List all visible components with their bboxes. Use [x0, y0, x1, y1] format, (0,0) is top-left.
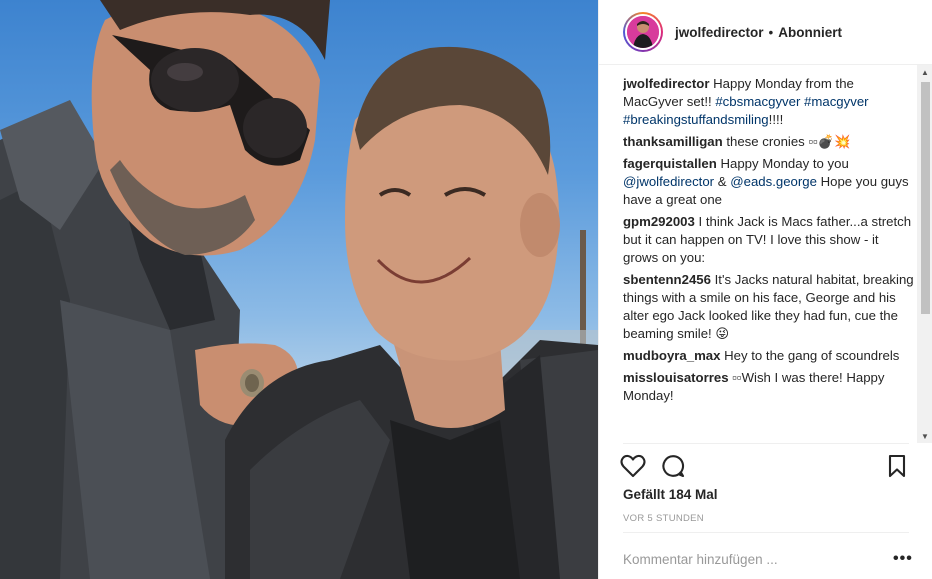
- list-item: thanksamilligan these cronies ▫▫💣💥: [623, 133, 915, 151]
- comment-text: Happy Monday to you: [720, 156, 849, 171]
- scroll-down-arrow-icon[interactable]: ▼: [917, 429, 932, 443]
- list-item: gpm292003 I think Jack is Macs father...…: [623, 213, 915, 267]
- list-item: fagerquistallen Happy Monday to you @jwo…: [623, 155, 915, 209]
- likes-count[interactable]: Gefällt 184 Mal: [623, 487, 718, 502]
- post-photo: [0, 0, 598, 579]
- comment-text-tail: !!!!: [768, 112, 784, 127]
- list-item: mudboyra_max Hey to the gang of scoundre…: [623, 347, 915, 365]
- like-button[interactable]: [619, 452, 647, 480]
- mention-link[interactable]: @eads.george: [730, 174, 817, 189]
- add-comment-input[interactable]: Kommentar hinzufügen ...: [623, 552, 778, 567]
- comment-username[interactable]: sbentenn2456: [623, 272, 711, 287]
- header-separator: •: [768, 24, 774, 40]
- divider: [623, 443, 909, 444]
- comment-button[interactable]: [659, 452, 687, 480]
- post-timestamp: VOR 5 STUNDEN: [623, 513, 704, 524]
- comment-text: these cronies ▫▫💣💥: [726, 134, 851, 149]
- comment-text-amp: &: [717, 174, 727, 189]
- comment-text: Hey to the gang of scoundrels: [724, 348, 900, 363]
- bookmark-icon: [888, 454, 906, 478]
- comment-username[interactable]: mudboyra_max: [623, 348, 720, 363]
- avatar[interactable]: [625, 14, 661, 50]
- scroll-up-arrow-icon[interactable]: ▲: [917, 65, 932, 79]
- action-bar: [617, 452, 917, 482]
- mention-link[interactable]: @jwolfedirector: [623, 174, 714, 189]
- header-text: jwolfedirector • Abonniert: [675, 25, 842, 40]
- divider: [623, 532, 909, 533]
- comment-username[interactable]: thanksamilligan: [623, 134, 723, 149]
- follow-status-button[interactable]: Abonniert: [778, 25, 842, 40]
- heart-icon: [620, 454, 646, 478]
- post-header: jwolfedirector • Abonniert: [599, 0, 932, 65]
- post-sidebar: jwolfedirector • Abonniert jwolfedirecto…: [598, 0, 932, 579]
- more-options-icon[interactable]: •••: [893, 551, 913, 567]
- list-item: sbentenn2456 It's Jacks natural habitat,…: [623, 271, 915, 343]
- avatar-ring[interactable]: [623, 12, 663, 52]
- comment-username[interactable]: gpm292003: [623, 214, 695, 229]
- scrollbar-thumb[interactable]: [921, 82, 930, 314]
- hashtag-link[interactable]: #cbsmacgyver: [715, 94, 800, 109]
- hashtag-link[interactable]: #macgyver: [804, 94, 869, 109]
- comment-username[interactable]: misslouisatorres: [623, 370, 729, 385]
- list-item: misslouisatorres ▫▫Wish I was there! Hap…: [623, 369, 915, 405]
- hashtag-link[interactable]: #breakingstuffandsmiling: [623, 112, 769, 127]
- comment-username[interactable]: jwolfedirector: [623, 76, 709, 91]
- caption-comment: jwolfedirector Happy Monday from the Mac…: [623, 75, 915, 129]
- header-username[interactable]: jwolfedirector: [675, 25, 764, 40]
- comments-list: jwolfedirector Happy Monday from the Mac…: [623, 75, 915, 441]
- comment-username[interactable]: fagerquistallen: [623, 156, 717, 171]
- speech-bubble-icon: [662, 455, 685, 478]
- save-button[interactable]: [883, 452, 911, 480]
- comments-scrollbar[interactable]: ▲ ▼: [917, 65, 932, 443]
